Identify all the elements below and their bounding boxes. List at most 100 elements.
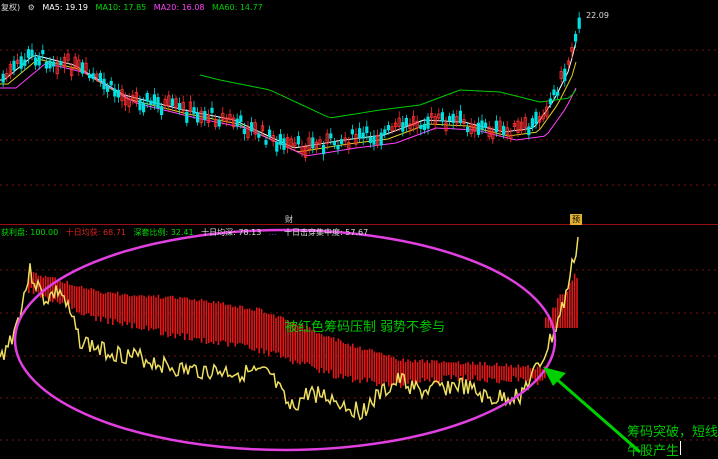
chip-bar [328,336,330,374]
candle [70,63,74,81]
chip-bar [217,301,220,345]
chip-bar [270,314,272,352]
candle [476,117,481,138]
chip-bar [364,349,366,378]
candle [487,121,491,141]
chip-bar [68,284,71,304]
chip-bar [200,298,203,343]
price-marker: 22.09 [586,11,609,20]
chip-bar [390,357,392,386]
chip-bar [263,312,265,354]
chip-bar [73,286,76,308]
chip-bar [181,297,184,334]
chip-bar [486,365,488,383]
chip-bar [479,361,481,381]
settings-icon[interactable]: ⚙ [28,3,35,12]
chip-bar [268,314,270,357]
chip-bar [176,299,179,335]
chip-bar [191,300,193,341]
candle [541,109,545,123]
chip-bar [107,292,109,325]
chip-bar [133,295,136,324]
chip-bar [424,362,426,382]
candle [444,116,448,136]
chip-bar [508,366,510,382]
chip-bar [148,295,150,331]
chip-bar [402,358,404,386]
candle [383,125,387,139]
candle [527,122,531,140]
chip-bar [455,362,457,377]
chip-bar [275,317,277,353]
candle [217,116,221,130]
breakout-annotation-line2: 牛股产生 [627,444,680,459]
candle [559,66,563,83]
candle [62,53,67,74]
candle [325,129,329,150]
candle [447,112,452,126]
candle [501,121,506,139]
chip-bar [44,275,47,297]
chip-bar [383,354,385,383]
legend-ma60: MA60: 14.77 [212,3,263,12]
chip-bar [280,316,282,358]
chip-bar [366,349,368,383]
chip-bar [140,295,143,330]
chip-bar [150,296,152,329]
chip-bar [323,336,325,374]
chip-bar [472,361,474,380]
upper-grid [0,49,718,186]
chip-bar [448,362,450,375]
chip-bar [248,308,251,349]
chip-bar [145,297,148,326]
chip-bar [515,367,517,378]
chip-bar [222,302,224,341]
chip-bar [143,295,145,330]
chip-bar [510,364,512,382]
candle [5,68,9,82]
chip-bar [428,362,431,382]
candle [246,121,250,141]
candle [512,120,517,132]
candle [278,129,283,150]
chip-bar [227,304,229,347]
chip-bar [92,288,95,317]
chip-bar [236,307,239,344]
chip-bar [239,305,241,343]
candle [440,108,445,126]
candle [368,131,373,148]
forecast-marker[interactable]: 预 [570,214,582,225]
candle [152,88,156,110]
candle [102,72,106,95]
chip-bar [416,361,419,383]
candle [415,115,419,134]
chip-bar [241,305,244,344]
candle [185,108,189,127]
chip-bar [258,307,260,354]
chip-bar [52,277,54,303]
chip-bar [212,300,215,345]
legend-avg-profit: 十日均获: 68.71 [65,228,126,237]
chip-bar [167,296,169,338]
chip-bar [253,310,256,351]
candle [545,100,549,121]
candle [318,135,322,147]
chip-bar [193,299,196,338]
legend-deep-ratio: 深套比例: 32.41 [133,228,194,237]
upper-legend: 复权) ⚙ MA5: 19.19 MA10: 17.85 MA20: 16.08… [1,2,268,13]
chip-bar [179,296,181,336]
legend-concentration: 十日击穿集中度: 57.67 [284,228,369,237]
chip-bar [524,366,527,383]
chip-bar [376,352,378,387]
chip-bar [503,366,505,381]
ma60-line [199,74,577,119]
candle [221,106,225,125]
candle [149,97,153,110]
chip-bar [512,367,515,377]
legend-avg-deep: 十日均深: 78.13 [201,228,262,237]
chip-bar [445,362,448,376]
chip-bar [251,310,253,351]
chip-bar [368,348,371,379]
finance-marker[interactable]: 财 [283,214,295,225]
chip-bar [196,301,198,339]
